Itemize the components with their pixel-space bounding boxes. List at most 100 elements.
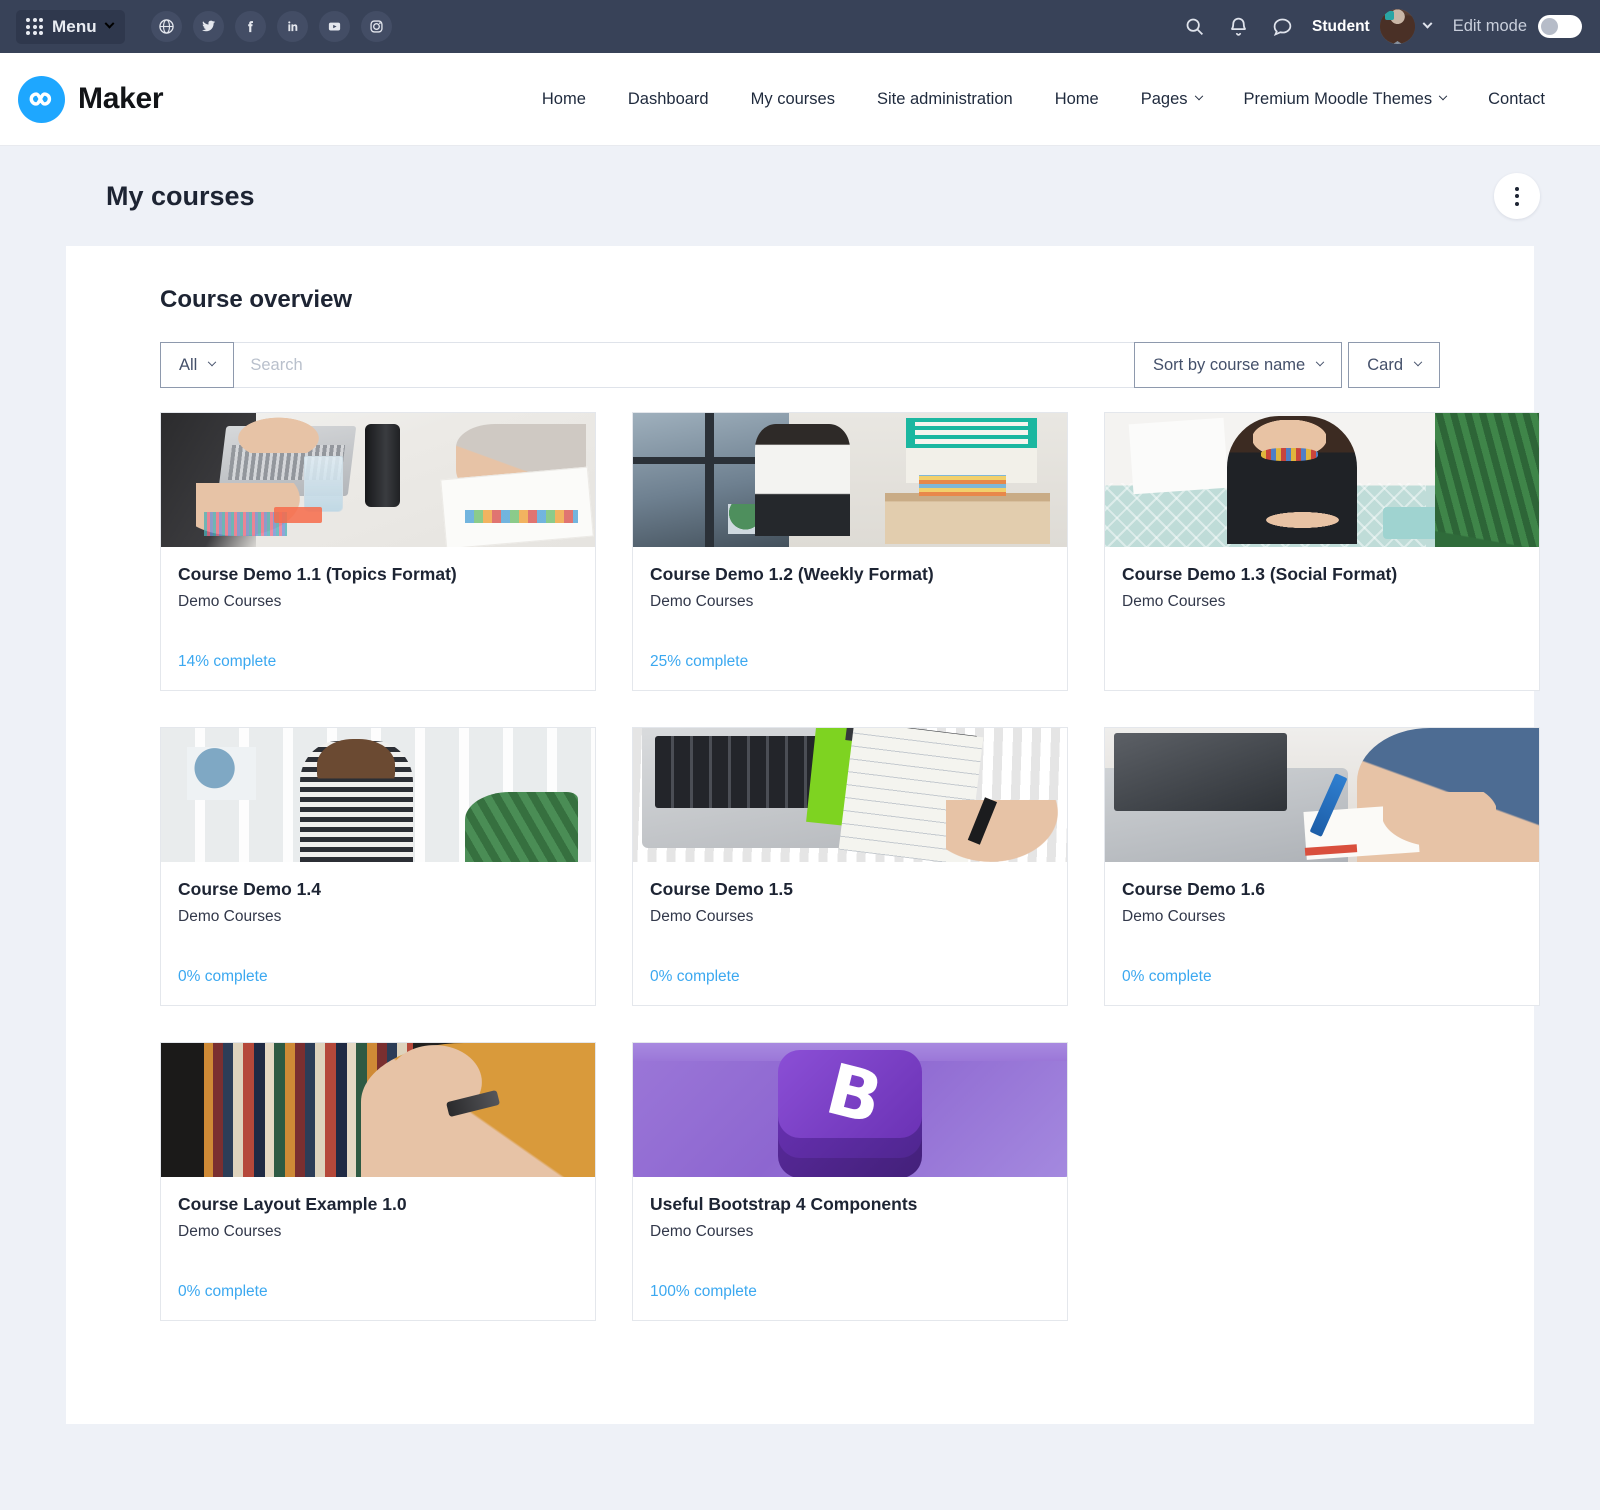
course-card-body: Course Demo 1.6 Demo Courses 0% complete: [1105, 862, 1539, 1005]
course-thumbnail: [161, 413, 595, 547]
nav-item-home-1[interactable]: Home: [521, 80, 607, 119]
nav-label: My courses: [750, 89, 835, 108]
course-card[interactable]: Course Demo 1.6 Demo Courses 0% complete: [1104, 726, 1540, 1006]
course-thumbnail: [161, 1042, 595, 1177]
course-category: Demo Courses: [1122, 592, 1226, 610]
course-card-body: Useful Bootstrap 4 Components Demo Cours…: [633, 1177, 1067, 1320]
chevron-down-icon: [1194, 91, 1203, 101]
main-menu-button[interactable]: Menu: [16, 9, 125, 44]
course-card[interactable]: Course Layout Example 1.0 Demo Courses 0…: [160, 1041, 596, 1321]
globe-icon[interactable]: [150, 11, 182, 42]
filter-dropdown[interactable]: All: [160, 342, 235, 388]
nav-item-my-courses[interactable]: My courses: [730, 80, 856, 119]
sort-dropdown[interactable]: Sort by course name: [1133, 342, 1343, 388]
chevron-down-icon: [104, 18, 115, 29]
course-card-body: Course Demo 1.2 (Weekly Format) Demo Cou…: [633, 547, 1067, 690]
course-overview-heading: Course overview: [160, 286, 353, 313]
course-title[interactable]: Course Demo 1.2 (Weekly Format): [650, 564, 1050, 586]
page-title: My courses: [106, 180, 255, 211]
chevron-down-icon: [1438, 91, 1448, 101]
edit-mode-label: Edit mode: [1452, 17, 1527, 35]
top-right-tools: Student Edit mode: [1172, 5, 1582, 49]
chevron-down-icon: [1413, 357, 1423, 367]
linkedin-icon[interactable]: [276, 11, 308, 42]
course-card-body: Course Demo 1.3 (Social Format) Demo Cou…: [1105, 547, 1539, 690]
view-label: Card: [1367, 355, 1403, 374]
course-card-body: Course Demo 1.4 Demo Courses 0% complete: [161, 862, 595, 1005]
course-category: Demo Courses: [178, 907, 282, 925]
course-card[interactable]: Course Demo 1.4 Demo Courses 0% complete: [160, 726, 596, 1006]
course-card[interactable]: Course Demo 1.3 (Social Format) Demo Cou…: [1104, 412, 1540, 691]
search-input[interactable]: [234, 342, 1134, 388]
sort-label: Sort by course name: [1152, 355, 1306, 374]
course-title[interactable]: Course Demo 1.1 (Topics Format): [178, 564, 578, 586]
course-progress: 0% complete: [1122, 967, 1212, 985]
course-category: Demo Courses: [178, 592, 282, 610]
course-card[interactable]: B Useful Bootstrap 4 Components Demo Cou…: [632, 1041, 1068, 1321]
course-progress: 0% complete: [650, 967, 740, 985]
course-title[interactable]: Course Demo 1.4: [178, 879, 578, 901]
instagram-icon[interactable]: [360, 11, 392, 42]
page-actions-button[interactable]: [1494, 173, 1540, 219]
course-progress: 100% complete: [650, 1282, 757, 1300]
nav-label: Home: [541, 89, 586, 108]
nav-item-pages[interactable]: Pages: [1120, 80, 1223, 119]
nav-item-contact[interactable]: Contact: [1467, 80, 1566, 119]
course-title[interactable]: Useful Bootstrap 4 Components: [650, 1194, 1050, 1216]
nav-item-home-2[interactable]: Home: [1034, 80, 1120, 119]
social-links: [150, 11, 392, 42]
course-overview-panel: Course overview All Sort by course name …: [66, 246, 1540, 1424]
grid-dots-icon: [26, 18, 43, 35]
course-card[interactable]: Course Demo 1.5 Demo Courses 0% complete: [632, 726, 1068, 1006]
course-title[interactable]: Course Demo 1.5: [650, 879, 1050, 901]
search-icon[interactable]: [1172, 5, 1216, 49]
nav-label: Home: [1054, 89, 1099, 108]
bell-icon[interactable]: [1216, 5, 1260, 49]
course-card[interactable]: Course Demo 1.2 (Weekly Format) Demo Cou…: [632, 412, 1068, 691]
course-card[interactable]: Course Demo 1.1 (Topics Format) Demo Cou…: [160, 412, 596, 691]
avatar[interactable]: [1379, 9, 1415, 44]
site-brand[interactable]: Maker: [18, 75, 164, 123]
course-category: Demo Courses: [178, 1222, 282, 1240]
course-thumbnail: [633, 413, 1067, 547]
course-progress: 25% complete: [650, 652, 749, 670]
course-category: Demo Courses: [650, 907, 754, 925]
nav-label: Site administration: [876, 89, 1013, 108]
page-header: My courses: [0, 146, 1600, 246]
content-stage: Course overview All Sort by course name …: [0, 246, 1600, 1510]
course-overview-controls: All Sort by course name Card: [160, 342, 1440, 388]
nav-label: Premium Moodle Themes: [1243, 89, 1433, 108]
course-thumbnail: [1105, 727, 1539, 862]
facebook-icon[interactable]: [234, 11, 266, 42]
course-category: Demo Courses: [650, 592, 754, 610]
youtube-icon[interactable]: [318, 11, 350, 42]
course-progress: 0% complete: [178, 1282, 268, 1300]
brand-name: Maker: [78, 82, 164, 115]
course-title[interactable]: Course Demo 1.6: [1122, 879, 1522, 901]
nav-item-premium-moodle-themes[interactable]: Premium Moodle Themes: [1223, 80, 1468, 119]
course-progress: 0% complete: [178, 967, 268, 985]
course-thumbnail: [1105, 413, 1539, 547]
main-menu-label: Menu: [52, 16, 97, 36]
twitter-icon[interactable]: [192, 11, 224, 42]
top-utility-bar: Menu Student Edit mode: [0, 0, 1600, 53]
nav-item-dashboard[interactable]: Dashboard: [607, 80, 730, 119]
course-card-body: Course Demo 1.1 (Topics Format) Demo Cou…: [161, 547, 595, 690]
course-progress: 14% complete: [178, 652, 277, 670]
course-card-grid: Course Demo 1.1 (Topics Format) Demo Cou…: [160, 412, 1540, 1321]
course-title[interactable]: Course Demo 1.3 (Social Format): [1122, 564, 1522, 586]
view-mode-dropdown[interactable]: Card: [1348, 342, 1440, 388]
nav-item-site-administration[interactable]: Site administration: [856, 80, 1034, 119]
course-thumbnail: [161, 727, 595, 862]
filter-label: All: [179, 355, 198, 374]
course-category: Demo Courses: [650, 1222, 754, 1240]
user-menu-chevron-down-icon[interactable]: [1422, 18, 1433, 29]
course-title[interactable]: Course Layout Example 1.0: [178, 1194, 578, 1216]
chevron-down-icon: [208, 357, 217, 367]
course-card-body: Course Demo 1.5 Demo Courses 0% complete: [633, 862, 1067, 1005]
chat-bubble-icon[interactable]: [1260, 5, 1304, 49]
edit-mode-toggle[interactable]: [1538, 15, 1582, 38]
nav-label: Contact: [1488, 89, 1545, 108]
course-thumbnail: [633, 727, 1067, 862]
nav-label: Dashboard: [627, 89, 709, 108]
